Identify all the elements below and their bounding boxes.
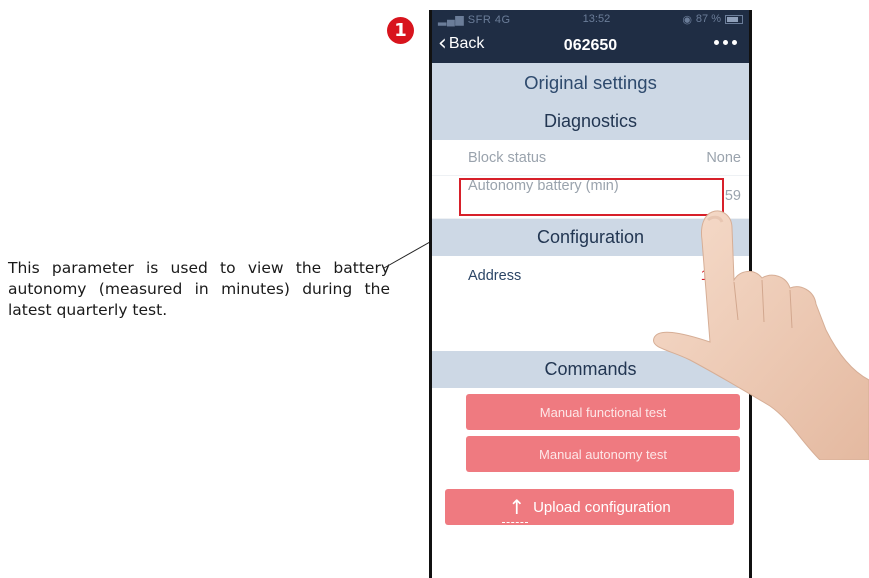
back-label: Back (448, 35, 485, 52)
time-label: 13:52 (582, 13, 611, 25)
battery-icon (725, 14, 743, 24)
pointing-hand-icon (653, 210, 869, 460)
more-options-icon[interactable] (714, 40, 737, 45)
address-label: Address (468, 268, 522, 284)
back-button[interactable]: ‹ Back (438, 31, 485, 56)
navigation-bar: ‹ Back 062650 (432, 28, 749, 63)
alarm-icon: ◉ (682, 13, 692, 26)
caption-text: This parameter is used to view the batte… (8, 259, 390, 319)
signal-icon: ▂▄▆ (438, 13, 465, 26)
section-diagnostics: Diagnostics (432, 103, 749, 140)
chevron-left-icon: ‹ (438, 31, 447, 56)
carrier-label: SFR (467, 13, 492, 26)
battery-percent: 87 % (695, 13, 721, 25)
autonomy-battery-value: 59 (724, 188, 741, 204)
section-original-settings[interactable]: Original settings (432, 63, 749, 103)
upload-configuration-button[interactable]: ↑ Upload configuration (445, 489, 734, 525)
block-status-value: None (706, 149, 741, 166)
status-bar: ▂▄▆ SFR 4G 13:52 ◉ 87 % (432, 10, 749, 28)
upload-label: Upload configuration (533, 498, 671, 516)
network-label: 4G (494, 13, 511, 26)
row-block-status: Block status None (432, 140, 749, 176)
block-status-label: Block status (468, 149, 547, 166)
upload-arrow-icon: ↑ (502, 495, 529, 523)
step-number-badge: 1 (387, 17, 414, 44)
